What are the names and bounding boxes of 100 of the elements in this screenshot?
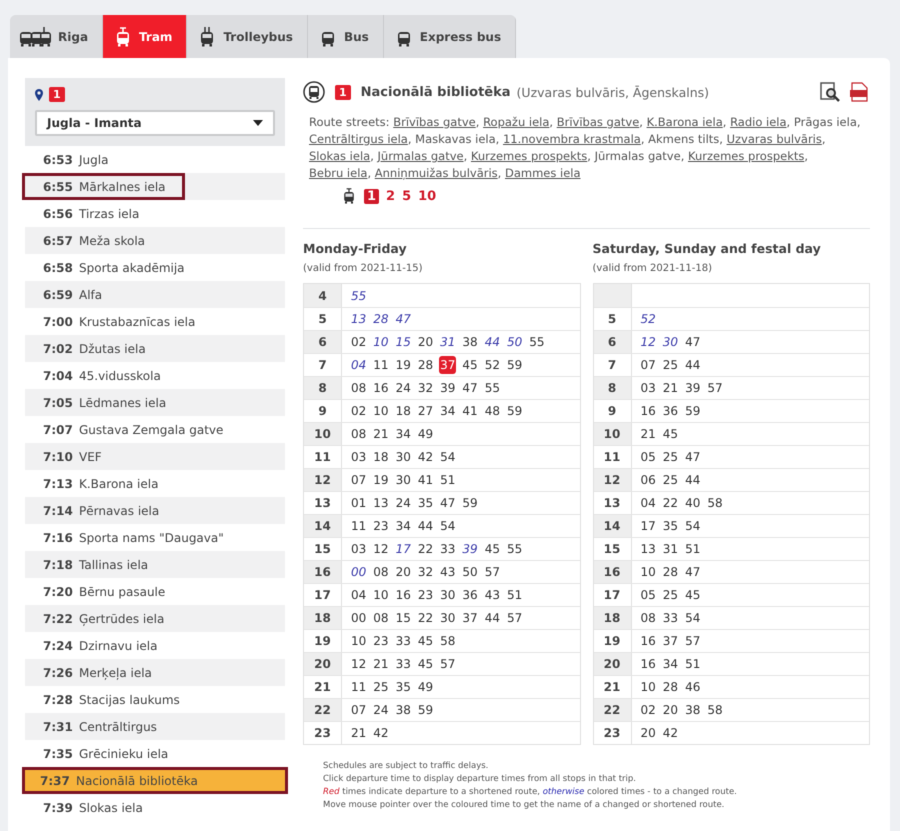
- departure-minute[interactable]: 21: [350, 724, 368, 742]
- departure-minute[interactable]: 55: [506, 540, 524, 558]
- departure-minute[interactable]: 12: [372, 540, 390, 558]
- departure-minute[interactable]: 57: [439, 655, 456, 673]
- departure-minute[interactable]: 42: [416, 448, 434, 466]
- departure-minute[interactable]: 24: [372, 701, 390, 719]
- departure-minute[interactable]: 59: [461, 494, 479, 512]
- departure-minute[interactable]: 45: [416, 632, 434, 650]
- departure-minute[interactable]: 13: [372, 494, 390, 512]
- departure-minute[interactable]: 21: [640, 425, 657, 443]
- departure-minute[interactable]: 31: [439, 333, 456, 351]
- departure-minute[interactable]: 11: [372, 356, 390, 374]
- departure-minute[interactable]: 03: [350, 540, 368, 558]
- departure-minute[interactable]: 23: [416, 586, 434, 604]
- route-link[interactable]: 10: [418, 188, 436, 204]
- departure-minute[interactable]: 42: [662, 724, 680, 742]
- departure-minute[interactable]: 10: [372, 586, 390, 604]
- departure-minute[interactable]: 39: [461, 540, 479, 558]
- departure-minute[interactable]: 25: [372, 678, 390, 696]
- departure-minute[interactable]: 37: [439, 356, 456, 374]
- departure-minute[interactable]: 45: [416, 655, 434, 673]
- departure-minute[interactable]: 36: [662, 402, 680, 420]
- departure-minute[interactable]: 00: [350, 609, 368, 627]
- departure-minute[interactable]: 54: [684, 517, 702, 535]
- stop-row[interactable]: 6:57 Meža skola: [25, 227, 285, 254]
- stop-row[interactable]: 6:55 Mārkalnes iela: [25, 173, 285, 200]
- departure-minute[interactable]: 33: [662, 609, 680, 627]
- departure-minute[interactable]: 37: [662, 632, 680, 650]
- departure-minute[interactable]: 08: [640, 609, 657, 627]
- departure-minute[interactable]: 08: [350, 379, 368, 397]
- departure-minute[interactable]: 16: [372, 379, 390, 397]
- departure-minute[interactable]: 57: [706, 379, 724, 397]
- stop-row[interactable]: 7:18 Tallinas iela: [25, 551, 285, 578]
- departure-minute[interactable]: 25: [662, 471, 680, 489]
- departure-minute[interactable]: 31: [662, 540, 680, 558]
- departure-minute[interactable]: 28: [416, 356, 434, 374]
- departure-minute[interactable]: 22: [416, 540, 434, 558]
- departure-minute[interactable]: 33: [394, 632, 412, 650]
- street-link[interactable]: Slokas iela: [309, 149, 370, 163]
- departure-minute[interactable]: 46: [684, 678, 702, 696]
- departure-minute[interactable]: 47: [394, 310, 412, 328]
- departure-minute[interactable]: 20: [394, 563, 412, 581]
- departure-minute[interactable]: 54: [439, 517, 456, 535]
- departure-minute[interactable]: 30: [394, 448, 412, 466]
- departure-minute[interactable]: 41: [461, 402, 479, 420]
- departure-minute[interactable]: 07: [350, 471, 368, 489]
- departure-minute[interactable]: 28: [662, 563, 680, 581]
- departure-minute[interactable]: 19: [372, 471, 390, 489]
- departure-minute[interactable]: 28: [662, 678, 680, 696]
- departure-minute[interactable]: 59: [684, 402, 702, 420]
- departure-minute[interactable]: 03: [640, 379, 657, 397]
- departure-minute[interactable]: 51: [506, 586, 524, 604]
- departure-minute[interactable]: 15: [394, 609, 412, 627]
- departure-minute[interactable]: 05: [640, 586, 657, 604]
- departure-minute[interactable]: 17: [640, 517, 657, 535]
- departure-minute[interactable]: 48: [484, 402, 501, 420]
- street-link[interactable]: 11.novembra krastmala: [502, 132, 641, 146]
- departure-minute[interactable]: 43: [484, 586, 501, 604]
- departure-minute[interactable]: 38: [394, 701, 412, 719]
- stop-row[interactable]: 7:22 Ģertrūdes iela: [25, 605, 285, 632]
- departure-minute[interactable]: 25: [662, 356, 680, 374]
- stop-row[interactable]: 7:05 Lēdmanes iela: [25, 389, 285, 416]
- departure-minute[interactable]: 13: [350, 310, 368, 328]
- departure-minute[interactable]: 23: [372, 517, 390, 535]
- departure-minute[interactable]: 55: [528, 333, 546, 351]
- departure-minute[interactable]: 17: [394, 540, 412, 558]
- departure-minute[interactable]: 58: [706, 701, 724, 719]
- stop-row[interactable]: 7:37 Nacionālā bibliotēka: [22, 767, 288, 794]
- departure-minute[interactable]: 47: [684, 563, 702, 581]
- departure-minute[interactable]: 50: [461, 563, 479, 581]
- departure-minute[interactable]: 32: [416, 379, 434, 397]
- departure-minute[interactable]: 16: [640, 632, 657, 650]
- departure-minute[interactable]: 23: [372, 632, 390, 650]
- departure-minute[interactable]: 19: [394, 356, 412, 374]
- departure-minute[interactable]: 47: [684, 448, 702, 466]
- stop-row[interactable]: 7:02 Džutas iela: [25, 335, 285, 362]
- street-link[interactable]: Uzvaras bulvāris: [726, 132, 822, 146]
- departure-minute[interactable]: 21: [372, 655, 390, 673]
- departure-minute[interactable]: 08: [372, 609, 390, 627]
- departure-minute[interactable]: 37: [461, 609, 479, 627]
- departure-minute[interactable]: 18: [372, 448, 390, 466]
- departure-minute[interactable]: 25: [662, 586, 680, 604]
- departure-minute[interactable]: 21: [372, 425, 390, 443]
- departure-minute[interactable]: 10: [372, 333, 390, 351]
- departure-minute[interactable]: 13: [640, 540, 657, 558]
- street-link[interactable]: Brīvības gatve: [556, 115, 640, 129]
- departure-minute[interactable]: 06: [640, 471, 657, 489]
- departure-minute[interactable]: 02: [640, 701, 657, 719]
- departure-minute[interactable]: 34: [394, 517, 412, 535]
- departure-minute[interactable]: 00: [350, 563, 368, 581]
- departure-minute[interactable]: 51: [439, 471, 456, 489]
- street-link[interactable]: Brīvības gatve: [393, 115, 476, 129]
- departure-minute[interactable]: 44: [684, 356, 702, 374]
- departure-minute[interactable]: 36: [461, 586, 479, 604]
- stop-row[interactable]: 7:26 Merķeļa iela: [25, 659, 285, 686]
- departure-minute[interactable]: 57: [684, 632, 702, 650]
- departure-minute[interactable]: 16: [640, 655, 657, 673]
- route-link[interactable]: 2: [386, 188, 396, 204]
- street-link[interactable]: Kurzemes prospekts: [470, 149, 588, 163]
- route-link[interactable]: 5: [402, 188, 412, 204]
